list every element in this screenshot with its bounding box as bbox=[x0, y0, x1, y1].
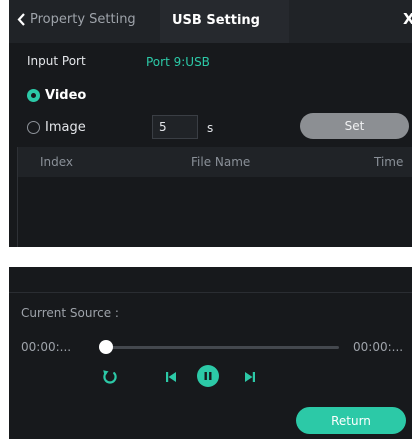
close-icon[interactable]: X bbox=[403, 10, 412, 28]
loop-icon bbox=[103, 370, 117, 384]
file-table-header: Index File Name Time bbox=[18, 147, 412, 177]
column-header-time[interactable]: Time bbox=[374, 155, 403, 169]
image-duration-input[interactable] bbox=[152, 115, 198, 139]
progress-track[interactable] bbox=[106, 346, 339, 349]
skip-previous-icon bbox=[166, 372, 176, 382]
input-port-label: Input Port bbox=[27, 54, 86, 68]
set-button[interactable]: Set bbox=[300, 113, 409, 139]
tab-usb-setting[interactable]: USB Setting bbox=[172, 13, 260, 28]
skip-next-icon bbox=[245, 372, 255, 382]
image-radio-label[interactable]: Image bbox=[45, 120, 86, 135]
player-panel: Current Source : 00:00:... 00:00:... Ret… bbox=[9, 267, 412, 439]
pause-button[interactable] bbox=[197, 365, 219, 387]
tab-bar: Property Setting USB Setting X bbox=[9, 0, 412, 43]
image-radio[interactable] bbox=[27, 121, 40, 134]
pause-icon bbox=[204, 372, 212, 380]
loop-button[interactable] bbox=[100, 367, 120, 387]
duration-unit-label: s bbox=[207, 121, 214, 135]
chevron-left-icon bbox=[17, 13, 25, 26]
divider bbox=[9, 292, 412, 293]
return-button[interactable]: Return bbox=[296, 407, 406, 434]
video-radio[interactable] bbox=[27, 89, 40, 102]
column-header-index[interactable]: Index bbox=[40, 155, 73, 169]
tab-property-setting[interactable]: Property Setting bbox=[17, 12, 136, 27]
next-button[interactable] bbox=[242, 369, 258, 385]
time-total: 00:00:... bbox=[353, 340, 404, 354]
progress-slider-handle[interactable] bbox=[99, 340, 113, 354]
current-source-label: Current Source : bbox=[21, 306, 119, 320]
video-radio-label[interactable]: Video bbox=[45, 88, 86, 103]
time-elapsed: 00:00:... bbox=[21, 340, 72, 354]
file-table: Index File Name Time bbox=[17, 147, 412, 247]
usb-setting-panel: Property Setting USB Setting X Input Por… bbox=[9, 0, 412, 247]
tab-property-setting-label: Property Setting bbox=[30, 12, 136, 27]
input-port-value: Port 9:USB bbox=[146, 55, 210, 69]
column-header-file-name[interactable]: File Name bbox=[191, 155, 250, 169]
previous-button[interactable] bbox=[163, 369, 179, 385]
